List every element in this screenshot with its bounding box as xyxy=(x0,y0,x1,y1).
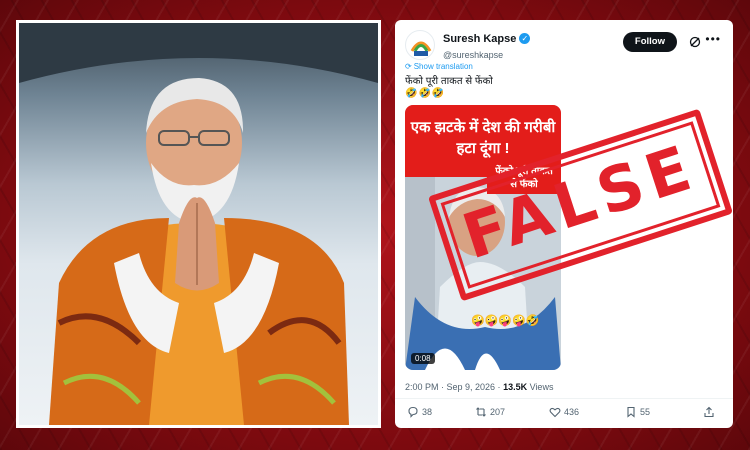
video-duration: 0:08 xyxy=(411,353,435,364)
avatar[interactable] xyxy=(405,30,435,60)
tweet-emojis: 🤣🤣🤣 xyxy=(405,88,446,99)
divider xyxy=(395,398,733,399)
bookmark-count: 55 xyxy=(640,407,651,417)
author-name[interactable]: Suresh Kapse xyxy=(443,33,516,45)
photo-frame xyxy=(16,20,381,428)
views-count: 13.5K xyxy=(503,382,528,392)
share-icon xyxy=(704,406,714,418)
tweet-text: फेंको पूरी ताकत से फेंको xyxy=(405,76,493,87)
author-block[interactable]: Suresh Kapse ✓ @sureshkapse xyxy=(443,30,531,60)
bookmark-button[interactable]: 55 xyxy=(625,406,650,418)
more-icon[interactable]: ••• xyxy=(705,32,721,46)
show-translation-link[interactable]: ⟳ Show translation xyxy=(405,62,473,71)
repost-count: 207 xyxy=(490,407,506,417)
bookmark-icon xyxy=(627,406,635,418)
leader-illustration xyxy=(19,23,378,425)
verified-badge-icon: ✓ xyxy=(519,33,531,45)
share-button[interactable] xyxy=(703,406,715,418)
grok-icon[interactable] xyxy=(689,36,701,48)
tweet-meta: 2:00 PM · Sep 9, 2026 · 13.5K Views xyxy=(405,382,553,392)
show-translation-label: Show translation xyxy=(413,62,473,71)
like-button[interactable]: 436 xyxy=(549,406,579,418)
follow-button[interactable]: Follow xyxy=(622,32,677,52)
author-handle[interactable]: @sureshkapse xyxy=(443,50,530,60)
action-bar: 38 207 436 55 xyxy=(405,406,723,422)
like-count: 436 xyxy=(564,407,580,417)
repost-button[interactable]: 207 xyxy=(475,406,505,418)
leader-photo xyxy=(19,23,378,425)
video-emojis: 🤪🤪🤪🤪🤣 xyxy=(471,315,540,327)
tweet-timestamp[interactable]: 2:00 PM · Sep 9, 2026 · xyxy=(405,382,503,392)
like-icon xyxy=(549,407,561,418)
reply-count: 38 xyxy=(422,407,433,417)
views-label: Views xyxy=(527,382,554,392)
reply-button[interactable]: 38 xyxy=(407,406,432,418)
translate-icon: ⟳ xyxy=(405,62,412,71)
reply-icon xyxy=(408,406,418,418)
repost-icon xyxy=(476,407,486,417)
